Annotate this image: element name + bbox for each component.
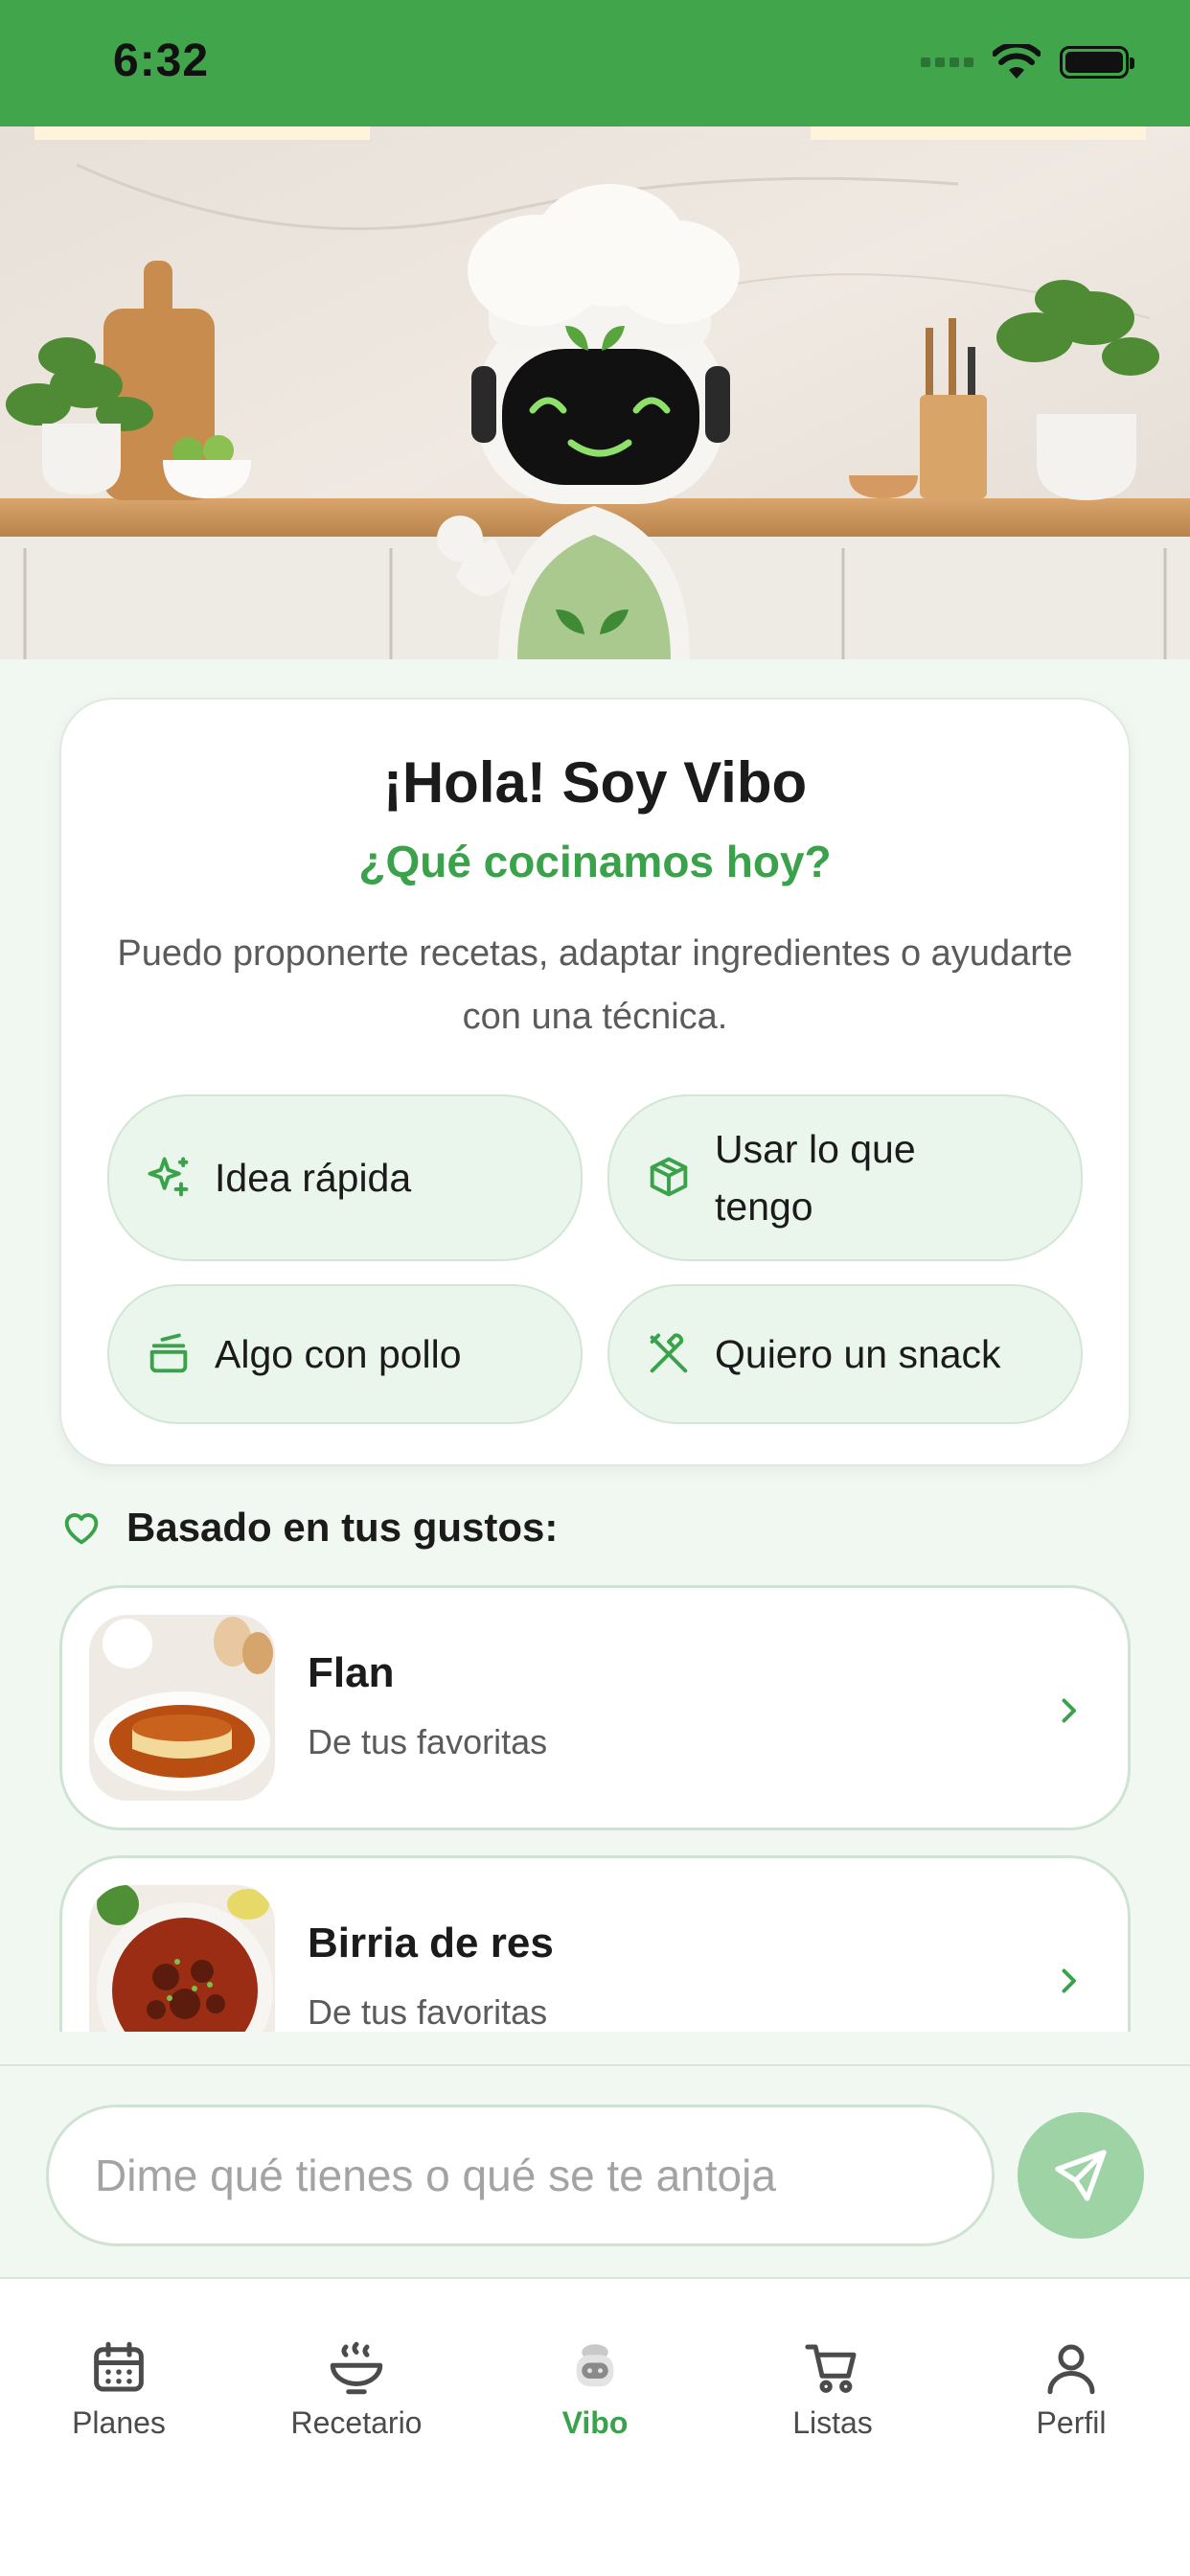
sparkles-icon <box>148 1157 189 1197</box>
chevron-right-icon <box>1062 1698 1076 1723</box>
status-time: 6:32 <box>113 35 210 86</box>
tab-label: Planes <box>72 2405 166 2440</box>
robot-icon <box>576 2344 614 2387</box>
quick-action-label: Algo con pollo <box>215 1332 462 1376</box>
quick-action-label: Usar lo que tengo <box>715 1127 916 1229</box>
status-icons <box>921 44 1134 80</box>
chat-input[interactable] <box>46 2104 995 2246</box>
quick-action-quiero-un-snack[interactable]: Quiero un snack <box>607 1284 1083 1424</box>
tab-label: Recetario <box>290 2405 423 2440</box>
send-icon <box>1055 2150 1107 2201</box>
suggestions-list: Flan De tus favoritas Birria de res De t… <box>0 1572 1190 2032</box>
recipe-name: Flan <box>308 1649 395 1696</box>
tab-label: Perfil <box>1036 2405 1107 2440</box>
pot-icon <box>149 1333 188 1373</box>
recipe-card-flan[interactable]: Flan De tus favoritas <box>59 1585 1131 1830</box>
chat-composer <box>0 2064 1190 2279</box>
recipe-card-birria-de-res[interactable]: Birria de res De tus favoritas <box>59 1855 1131 2032</box>
cart-icon <box>805 2344 857 2393</box>
tab-label: Listas <box>792 2405 873 2440</box>
suggestions-heading: Basado en tus gustos: <box>59 1505 558 1551</box>
utensils-crossed-icon <box>650 1333 688 1373</box>
tab-label: Vibo <box>561 2405 629 2440</box>
status-bar: 6:32 <box>0 0 1190 126</box>
chevron-right-icon <box>1062 1968 1076 1993</box>
greeting-card: ¡Hola! Soy Vibo ¿Qué cocinamos hoy? Pued… <box>59 698 1131 1466</box>
wifi-icon <box>993 44 1041 79</box>
calendar-icon <box>94 2341 144 2392</box>
quick-action-usar-lo-que-tengo[interactable]: Usar lo que tengo <box>607 1094 1083 1261</box>
recipe-name: Birria de res <box>308 1920 554 1966</box>
send-button[interactable] <box>1018 2112 1144 2239</box>
heart-icon <box>64 1513 99 1545</box>
quick-action-algo-con-pollo[interactable]: Algo con pollo <box>107 1284 583 1424</box>
tab-planes[interactable]: Planes <box>0 2336 238 2441</box>
recipe-meta: De tus favoritas <box>308 1722 548 1761</box>
tab-vibo[interactable]: Vibo <box>476 2336 714 2441</box>
tab-bar: Planes Recetario Vibo Listas Perfil <box>0 2279 1190 2576</box>
greeting-description: Puedo proponerte recetas, adaptar ingred… <box>117 933 1073 1037</box>
greeting-title: ¡Hola! Soy Vibo <box>382 750 808 815</box>
quick-action-label: Idea rápida <box>215 1156 412 1200</box>
recipe-thumbnail <box>89 1885 275 2032</box>
greeting-subtitle: ¿Qué cocinamos hoy? <box>358 837 832 886</box>
battery-icon <box>1060 46 1134 79</box>
box-icon <box>650 1157 688 1197</box>
tab-recetario[interactable]: Recetario <box>238 2336 475 2441</box>
recipe-thumbnail <box>89 1615 275 1801</box>
quick-action-idea-rapida[interactable]: Idea rápida <box>107 1094 583 1261</box>
bowl-icon <box>330 2341 383 2395</box>
suggestions-heading-label: Basado en tus gustos: <box>126 1505 559 1550</box>
tab-listas[interactable]: Listas <box>714 2336 951 2441</box>
hero-illustration <box>0 126 1190 659</box>
tab-perfil[interactable]: Perfil <box>952 2336 1190 2441</box>
recipe-meta: De tus favoritas <box>308 1992 548 2032</box>
user-icon <box>1047 2344 1095 2395</box>
quick-action-label: Quiero un snack <box>715 1332 1001 1376</box>
signal-icon <box>921 58 973 67</box>
